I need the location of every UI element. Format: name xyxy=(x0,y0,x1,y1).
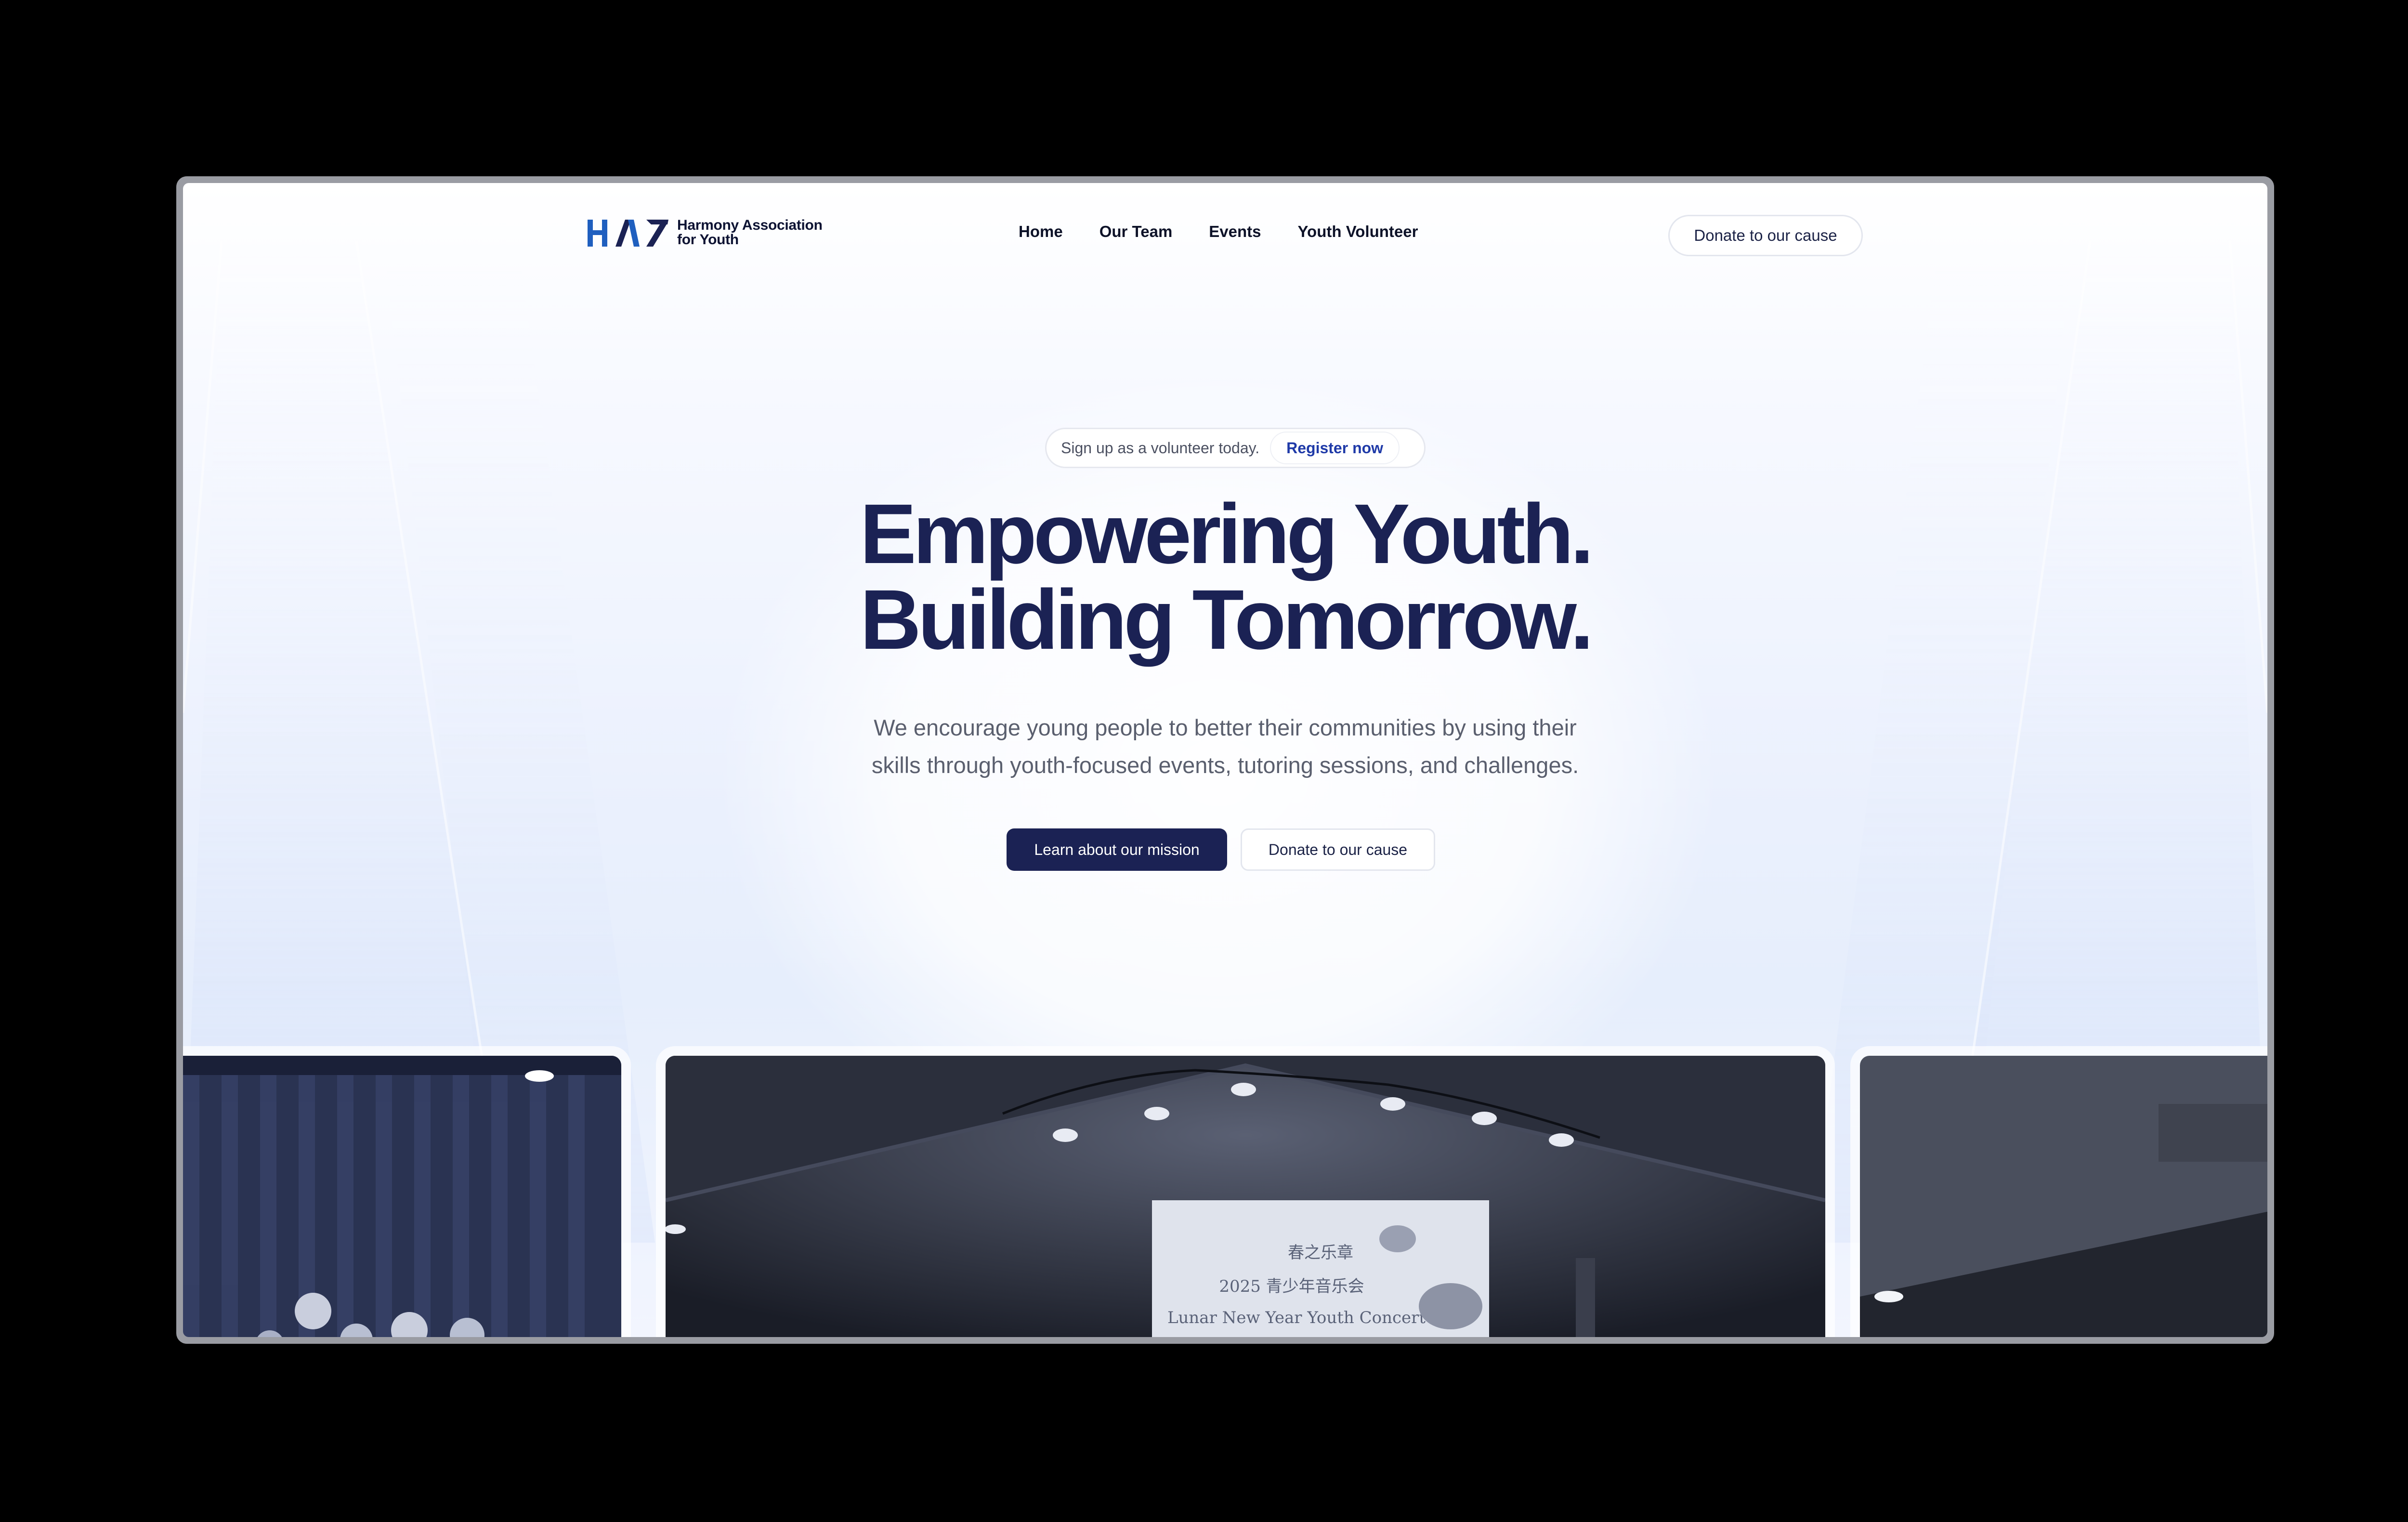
register-now-button[interactable]: Register now xyxy=(1270,432,1400,464)
hero-actions: Learn about our mission Donate to our ca… xyxy=(1007,828,1435,871)
gallery-photo-auditorium xyxy=(1850,1046,2267,1337)
gallery-photo-performers xyxy=(183,1046,631,1337)
photo-caption-line2: 2025 青少年音乐会 xyxy=(1219,1277,1364,1296)
photo-stage-performers xyxy=(183,1056,621,1337)
logo-mark-icon xyxy=(588,220,668,247)
nav-link-home[interactable]: Home xyxy=(1019,223,1063,241)
brand-name: Harmony Association for Youth xyxy=(677,218,823,247)
nav-links: Home Our Team Events Youth Volunteer xyxy=(1019,223,1454,241)
volunteer-announcement: Sign up as a volunteer today. Register n… xyxy=(1045,428,1426,468)
photo-caption-line3: Lunar New Year Youth Concert xyxy=(1167,1308,1426,1327)
nav-link-youth-volunteer[interactable]: Youth Volunteer xyxy=(1298,223,1418,241)
subtitle-line2: skills through youth-focused events, tut… xyxy=(871,752,1579,778)
headline-line1: Empowering Youth. xyxy=(860,487,1594,581)
brand-logo[interactable]: Harmony Association for Youth xyxy=(588,217,823,249)
photo-auditorium xyxy=(1860,1056,2267,1337)
subtitle-line1: We encourage young people to better thei… xyxy=(874,715,1577,740)
announcement-text: Sign up as a volunteer today. xyxy=(1061,439,1260,457)
browser-frame: Harmony Association for Youth Home Our T… xyxy=(176,176,2274,1344)
learn-mission-button[interactable]: Learn about our mission xyxy=(1007,828,1227,871)
gallery-photo-concert-hall: 春之乐章 2025 青少年音乐会 Lunar New Year Youth Co… xyxy=(656,1046,1835,1337)
hero-subtitle: We encourage young people to better thei… xyxy=(183,709,2267,784)
nav-link-our-team[interactable]: Our Team xyxy=(1099,223,1173,241)
brand-name-line2: for Youth xyxy=(677,232,739,248)
photo-caption-line1: 春之乐章 xyxy=(1288,1243,1353,1262)
photo-concert-hall: 春之乐章 2025 青少年音乐会 Lunar New Year Youth Co… xyxy=(666,1056,1825,1337)
hero-donate-button[interactable]: Donate to our cause xyxy=(1241,828,1435,871)
page-viewport: Harmony Association for Youth Home Our T… xyxy=(183,183,2267,1337)
hero-headline: Empowering Youth. Building Tomorrow. xyxy=(183,491,2267,663)
brand-name-line1: Harmony Association xyxy=(677,217,823,233)
nav-link-events[interactable]: Events xyxy=(1209,223,1261,241)
headline-line2: Building Tomorrow. xyxy=(860,573,1594,667)
nav-donate-button[interactable]: Donate to our cause xyxy=(1668,215,1863,256)
top-navigation: Harmony Association for Youth Home Our T… xyxy=(183,183,2267,289)
